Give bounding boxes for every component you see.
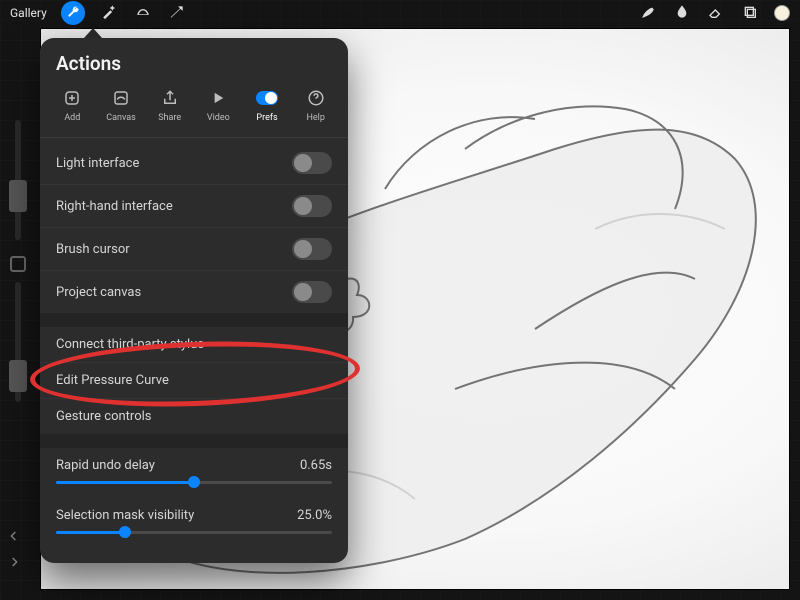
toggle-project-canvas[interactable] — [292, 281, 332, 303]
row-label: Connect third-party stylus — [56, 337, 204, 352]
mask-visibility-slider[interactable] — [56, 531, 332, 534]
popover-title: Actions — [40, 38, 348, 83]
tab-share[interactable]: Share — [145, 83, 194, 131]
layers-button[interactable] — [740, 3, 760, 23]
modify-button[interactable] — [10, 256, 26, 272]
row-label: Gesture controls — [56, 409, 152, 424]
tab-label: Add — [64, 113, 80, 123]
actions-button[interactable] — [61, 1, 85, 25]
add-icon — [61, 87, 83, 109]
side-rail — [6, 120, 30, 402]
canvas-icon — [110, 87, 132, 109]
tab-video[interactable]: Video — [194, 83, 243, 131]
row-label: Right-hand interface — [56, 199, 173, 214]
tab-help[interactable]: Help — [291, 83, 340, 131]
color-button[interactable] — [774, 5, 790, 21]
slider-fill — [56, 531, 125, 534]
popover-tabs: Add Canvas Share Video Prefs Help — [40, 83, 348, 137]
slider-value: 0.65s — [300, 458, 332, 473]
row-right-hand-interface[interactable]: Right-hand interface — [40, 184, 348, 227]
eraser-button[interactable] — [706, 3, 726, 23]
gallery-button[interactable]: Gallery — [10, 6, 47, 20]
undo-button[interactable] — [6, 528, 22, 544]
row-project-canvas[interactable]: Project canvas — [40, 270, 348, 313]
move-icon — [169, 4, 185, 23]
redo-button[interactable] — [6, 554, 22, 570]
row-connect-stylus[interactable]: Connect third-party stylus — [40, 327, 348, 362]
row-selection-mask-visibility[interactable]: Selection mask visibility 25.0% — [40, 498, 348, 548]
smudge-icon — [674, 4, 690, 23]
brush-button[interactable] — [638, 3, 658, 23]
brush-icon — [640, 4, 656, 23]
tab-label: Video — [207, 113, 230, 123]
help-icon — [305, 87, 327, 109]
undo-redo-group — [6, 528, 22, 570]
actions-popover: Actions Add Canvas Share Video Prefs — [40, 38, 348, 563]
wrench-icon — [66, 5, 80, 22]
tab-canvas[interactable]: Canvas — [97, 83, 146, 131]
wand-icon — [101, 4, 117, 23]
rapid-undo-slider[interactable] — [56, 481, 332, 484]
section-gap — [40, 313, 348, 327]
row-label: Light interface — [56, 156, 139, 171]
smudge-button[interactable] — [672, 3, 692, 23]
row-brush-cursor[interactable]: Brush cursor — [40, 227, 348, 270]
brush-size-slider[interactable] — [15, 120, 21, 240]
tab-label: Share — [158, 113, 181, 123]
tab-label: Canvas — [106, 113, 136, 123]
popover-caret — [84, 28, 102, 38]
slider-fill — [56, 481, 194, 484]
tab-label: Help — [306, 113, 324, 123]
row-edit-pressure-curve[interactable]: Edit Pressure Curve — [40, 362, 348, 398]
brush-size-thumb[interactable] — [9, 180, 27, 212]
share-icon — [159, 87, 181, 109]
prefs-rows: Light interface Right-hand interface Bru… — [40, 138, 348, 548]
row-rapid-undo-delay[interactable]: Rapid undo delay 0.65s — [40, 448, 348, 498]
top-toolbar: Gallery — [0, 0, 800, 26]
brush-opacity-thumb[interactable] — [9, 360, 27, 392]
tab-label: Prefs — [256, 113, 277, 123]
slider-label: Selection mask visibility — [56, 508, 194, 523]
row-label: Edit Pressure Curve — [56, 373, 169, 388]
video-icon — [207, 87, 229, 109]
app-stage: Gallery — [0, 0, 800, 600]
toggle-light-interface[interactable] — [292, 152, 332, 174]
selection-button[interactable] — [133, 3, 153, 23]
layers-icon — [742, 4, 758, 23]
transform-button[interactable] — [167, 3, 187, 23]
row-light-interface[interactable]: Light interface — [40, 142, 348, 184]
row-label: Brush cursor — [56, 242, 130, 257]
tab-prefs[interactable]: Prefs — [243, 83, 292, 131]
row-gesture-controls[interactable]: Gesture controls — [40, 398, 348, 434]
slider-label: Rapid undo delay — [56, 458, 155, 473]
adjustments-button[interactable] — [99, 3, 119, 23]
slider-knob[interactable] — [119, 526, 131, 538]
slider-value: 25.0% — [297, 508, 332, 523]
prefs-icon — [256, 87, 278, 109]
toggle-brush-cursor[interactable] — [292, 238, 332, 260]
brush-opacity-slider[interactable] — [15, 282, 21, 402]
eraser-icon — [708, 4, 724, 23]
select-icon — [135, 4, 151, 23]
row-label: Project canvas — [56, 285, 141, 300]
section-gap — [40, 434, 348, 448]
slider-knob[interactable] — [188, 476, 200, 488]
tab-add[interactable]: Add — [48, 83, 97, 131]
toggle-right-hand-interface[interactable] — [292, 195, 332, 217]
